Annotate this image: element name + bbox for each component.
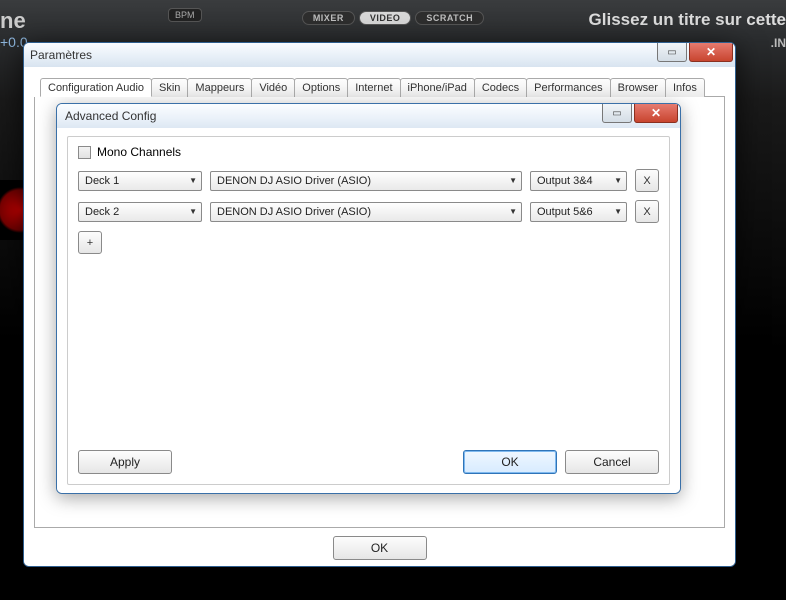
tab-panel: Advanced Config ▭ ✕ Mono bbox=[34, 97, 725, 528]
close-icon: ✕ bbox=[706, 45, 716, 59]
driver-select[interactable]: DENON DJ ASIO Driver (ASIO)▼ bbox=[210, 202, 522, 222]
parameters-titlebar[interactable]: Paramètres ▭ ✕ bbox=[24, 43, 735, 68]
driver-select[interactable]: DENON DJ ASIO Driver (ASIO)▼ bbox=[210, 171, 522, 191]
chevron-down-icon: ▼ bbox=[614, 176, 622, 185]
tab-iphone-ipad[interactable]: iPhone/iPad bbox=[400, 78, 475, 97]
mixer-pill[interactable]: MIXER bbox=[302, 11, 355, 25]
remove-row-button[interactable]: X bbox=[635, 169, 659, 192]
tabs-row: Configuration AudioSkinMappeursVidéoOpti… bbox=[40, 77, 725, 97]
chevron-down-icon: ▼ bbox=[189, 176, 197, 185]
config-group: Mono Channels Deck 1▼ DENON DJ ASIO Drive… bbox=[67, 136, 670, 485]
deck-select[interactable]: Deck 1▼ bbox=[78, 171, 202, 191]
close-icon: ✕ bbox=[651, 106, 661, 120]
ok-button[interactable]: OK bbox=[463, 450, 557, 474]
maximize-icon: ▭ bbox=[612, 108, 621, 119]
tab-infos[interactable]: Infos bbox=[665, 78, 705, 97]
advanced-config-titlebar[interactable]: Advanced Config ▭ ✕ bbox=[57, 104, 680, 129]
outer-ok-button[interactable]: OK bbox=[333, 536, 427, 560]
advanced-config-window: Advanced Config ▭ ✕ Mono bbox=[56, 103, 681, 494]
deck-row-1: Deck 1▼ DENON DJ ASIO Driver (ASIO)▼ Outpu… bbox=[78, 169, 659, 192]
maximize-icon: ▭ bbox=[667, 47, 676, 58]
add-row-button[interactable]: + bbox=[78, 231, 102, 254]
tab-skin[interactable]: Skin bbox=[151, 78, 188, 97]
inner-maximize-button[interactable]: ▭ bbox=[602, 104, 632, 123]
remove-row-button[interactable]: X bbox=[635, 200, 659, 223]
advanced-config-title: Advanced Config bbox=[65, 109, 156, 123]
mono-channels-checkbox[interactable] bbox=[78, 146, 91, 159]
tab-browser[interactable]: Browser bbox=[610, 78, 666, 97]
cancel-button[interactable]: Cancel bbox=[565, 450, 659, 474]
tab-configuration-audio[interactable]: Configuration Audio bbox=[40, 78, 152, 97]
mono-channels-label: Mono Channels bbox=[97, 145, 181, 159]
inner-close-button[interactable]: ✕ bbox=[634, 104, 678, 123]
scratch-pill[interactable]: SCRATCH bbox=[415, 11, 484, 25]
tab-vid-o[interactable]: Vidéo bbox=[251, 78, 295, 97]
inner-button-bar: Apply OK Cancel bbox=[78, 450, 659, 474]
chevron-down-icon: ▼ bbox=[614, 207, 622, 216]
chevron-down-icon: ▼ bbox=[189, 207, 197, 216]
maximize-button[interactable]: ▭ bbox=[657, 43, 687, 62]
mono-channels-row: Mono Channels bbox=[78, 145, 659, 159]
close-button[interactable]: ✕ bbox=[689, 43, 733, 62]
output-select[interactable]: Output 5&6▼ bbox=[530, 202, 627, 222]
parameters-window: Paramètres ▭ ✕ Configuration AudioSkinMa… bbox=[23, 42, 736, 567]
output-select[interactable]: Output 3&4▼ bbox=[530, 171, 627, 191]
tab-options[interactable]: Options bbox=[294, 78, 348, 97]
parameters-client: Configuration AudioSkinMappeursVidéoOpti… bbox=[24, 67, 735, 566]
parameters-title: Paramètres bbox=[30, 48, 92, 62]
chevron-down-icon: ▼ bbox=[509, 176, 517, 185]
tab-internet[interactable]: Internet bbox=[347, 78, 400, 97]
advanced-config-client: Mono Channels Deck 1▼ DENON DJ ASIO Drive… bbox=[57, 128, 680, 493]
tab-codecs[interactable]: Codecs bbox=[474, 78, 527, 97]
chevron-down-icon: ▼ bbox=[509, 207, 517, 216]
deck-row-2: Deck 2▼ DENON DJ ASIO Driver (ASIO)▼ Outpu… bbox=[78, 200, 659, 223]
video-pill[interactable]: VIDEO bbox=[359, 11, 412, 25]
tab-mappeurs[interactable]: Mappeurs bbox=[187, 78, 252, 97]
tab-performances[interactable]: Performances bbox=[526, 78, 610, 97]
deck-select[interactable]: Deck 2▼ bbox=[78, 202, 202, 222]
apply-button[interactable]: Apply bbox=[78, 450, 172, 474]
